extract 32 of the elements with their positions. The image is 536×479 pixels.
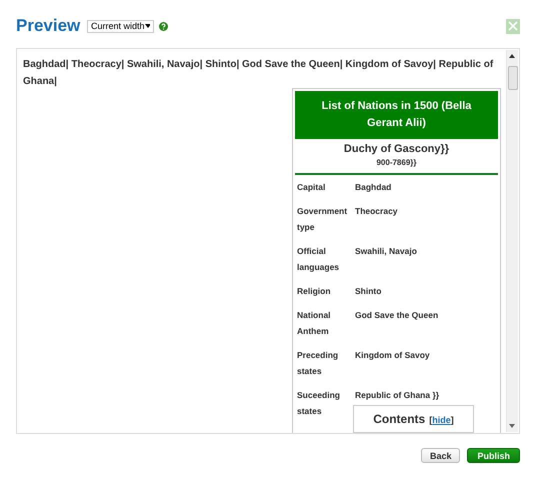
row-label: Preceding states (296, 349, 340, 378)
hide-link[interactable]: hide (432, 415, 451, 425)
row-value: Swahili, Navajo (355, 246, 417, 256)
publish-button[interactable]: Publish (467, 448, 520, 463)
scrollbar[interactable] (506, 50, 518, 432)
row-value: Kingdom of Savoy (355, 350, 430, 360)
caret-icon (144, 24, 150, 28)
row-label: Suceeding states (296, 389, 341, 418)
row-value: Theocracy (355, 206, 398, 216)
down-arrow-icon[interactable] (509, 424, 515, 428)
scrollbar-thumb[interactable] (508, 66, 518, 90)
infobox-title: List of Nations in 1500 (Bella Gerant Alii) (295, 91, 498, 139)
row-label: Religion (296, 285, 332, 298)
infobox-subtitle: 900-7869}} (295, 158, 498, 175)
row-value: Shinto (355, 286, 382, 296)
row-label: Official languages (296, 245, 340, 274)
summary-text: Baghdad| Theocracy| Swahili, Navajo| Shinto| God Save the Queen| Kingdom of Savoy| Republic of Ghana| (23, 58, 494, 89)
row-value: Republic of Ghana }} (355, 390, 440, 400)
dialog-title: Preview (16, 16, 82, 36)
bracket: ] (450, 415, 454, 425)
infobox-name: Duchy of Gascony}} (342, 143, 450, 155)
row-value: Baghdad (355, 182, 392, 192)
row-label: Government type (296, 205, 348, 234)
up-arrow-icon[interactable] (509, 54, 515, 58)
row-value: God Save the Queen (355, 310, 438, 320)
row-label: Capital (296, 181, 326, 194)
row-label: National Anthem (296, 309, 332, 338)
help-icon[interactable] (159, 22, 168, 30)
bracket: [ (429, 415, 432, 425)
contents-title: Contents (373, 412, 426, 426)
width-dropdown[interactable]: Current width (87, 20, 154, 32)
back-button[interactable]: Back (420, 448, 460, 463)
